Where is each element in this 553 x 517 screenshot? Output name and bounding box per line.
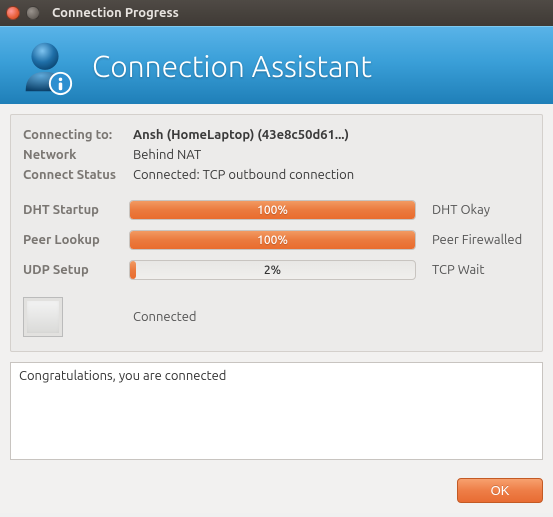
button-row: OK — [0, 468, 553, 513]
header-title: Connection Assistant — [92, 49, 372, 83]
message-box: Congratulations, you are connected — [10, 362, 543, 460]
minimize-icon[interactable] — [26, 6, 40, 20]
udp-progress-bar: 2% — [129, 260, 416, 280]
progress-section: DHT Startup 100% DHT Okay Peer Lookup 10… — [23, 195, 530, 285]
progress-row-peer: Peer Lookup 100% Peer Firewalled — [23, 225, 530, 255]
dht-progress-bar: 100% — [129, 200, 416, 220]
connected-row: Connected — [23, 295, 530, 339]
connect-status-value: Connected: TCP outbound connection — [133, 168, 354, 182]
network-value: Behind NAT — [133, 148, 201, 162]
titlebar: Connection Progress — [0, 0, 553, 26]
close-icon[interactable] — [6, 6, 20, 20]
dht-status: DHT Okay — [422, 203, 530, 217]
connecting-to-label: Connecting to: — [23, 128, 133, 142]
info-panel: Connecting to: Ansh (HomeLaptop) (43e8c5… — [10, 114, 543, 352]
ok-button[interactable]: OK — [457, 478, 543, 503]
status-square-icon — [23, 297, 63, 337]
connect-status-label: Connect Status — [23, 168, 133, 182]
window-title: Connection Progress — [52, 6, 179, 20]
info-row-connecting: Connecting to: Ansh (HomeLaptop) (43e8c5… — [23, 125, 530, 145]
dht-progress-text: 100% — [130, 201, 415, 219]
peer-progress-text: 100% — [130, 231, 415, 249]
info-row-network: Network Behind NAT — [23, 145, 530, 165]
peer-status: Peer Firewalled — [422, 233, 530, 247]
peer-lookup-label: Peer Lookup — [23, 233, 123, 247]
header-banner: Connection Assistant — [0, 26, 553, 104]
udp-status: TCP Wait — [422, 263, 530, 277]
dht-startup-label: DHT Startup — [23, 203, 123, 217]
peer-progress-bar: 100% — [129, 230, 416, 250]
message-text: Congratulations, you are connected — [19, 369, 226, 383]
connecting-to-value: Ansh (HomeLaptop) (43e8c50d61...) — [133, 128, 349, 142]
udp-setup-label: UDP Setup — [23, 263, 123, 277]
progress-row-dht: DHT Startup 100% DHT Okay — [23, 195, 530, 225]
info-row-status: Connect Status Connected: TCP outbound c… — [23, 165, 530, 185]
network-label: Network — [23, 148, 133, 162]
progress-row-udp: UDP Setup 2% TCP Wait — [23, 255, 530, 285]
content-area: Connecting to: Ansh (HomeLaptop) (43e8c5… — [0, 104, 553, 468]
connected-label: Connected — [77, 310, 197, 324]
udp-progress-text: 2% — [130, 261, 415, 279]
assistant-user-icon — [14, 35, 76, 97]
